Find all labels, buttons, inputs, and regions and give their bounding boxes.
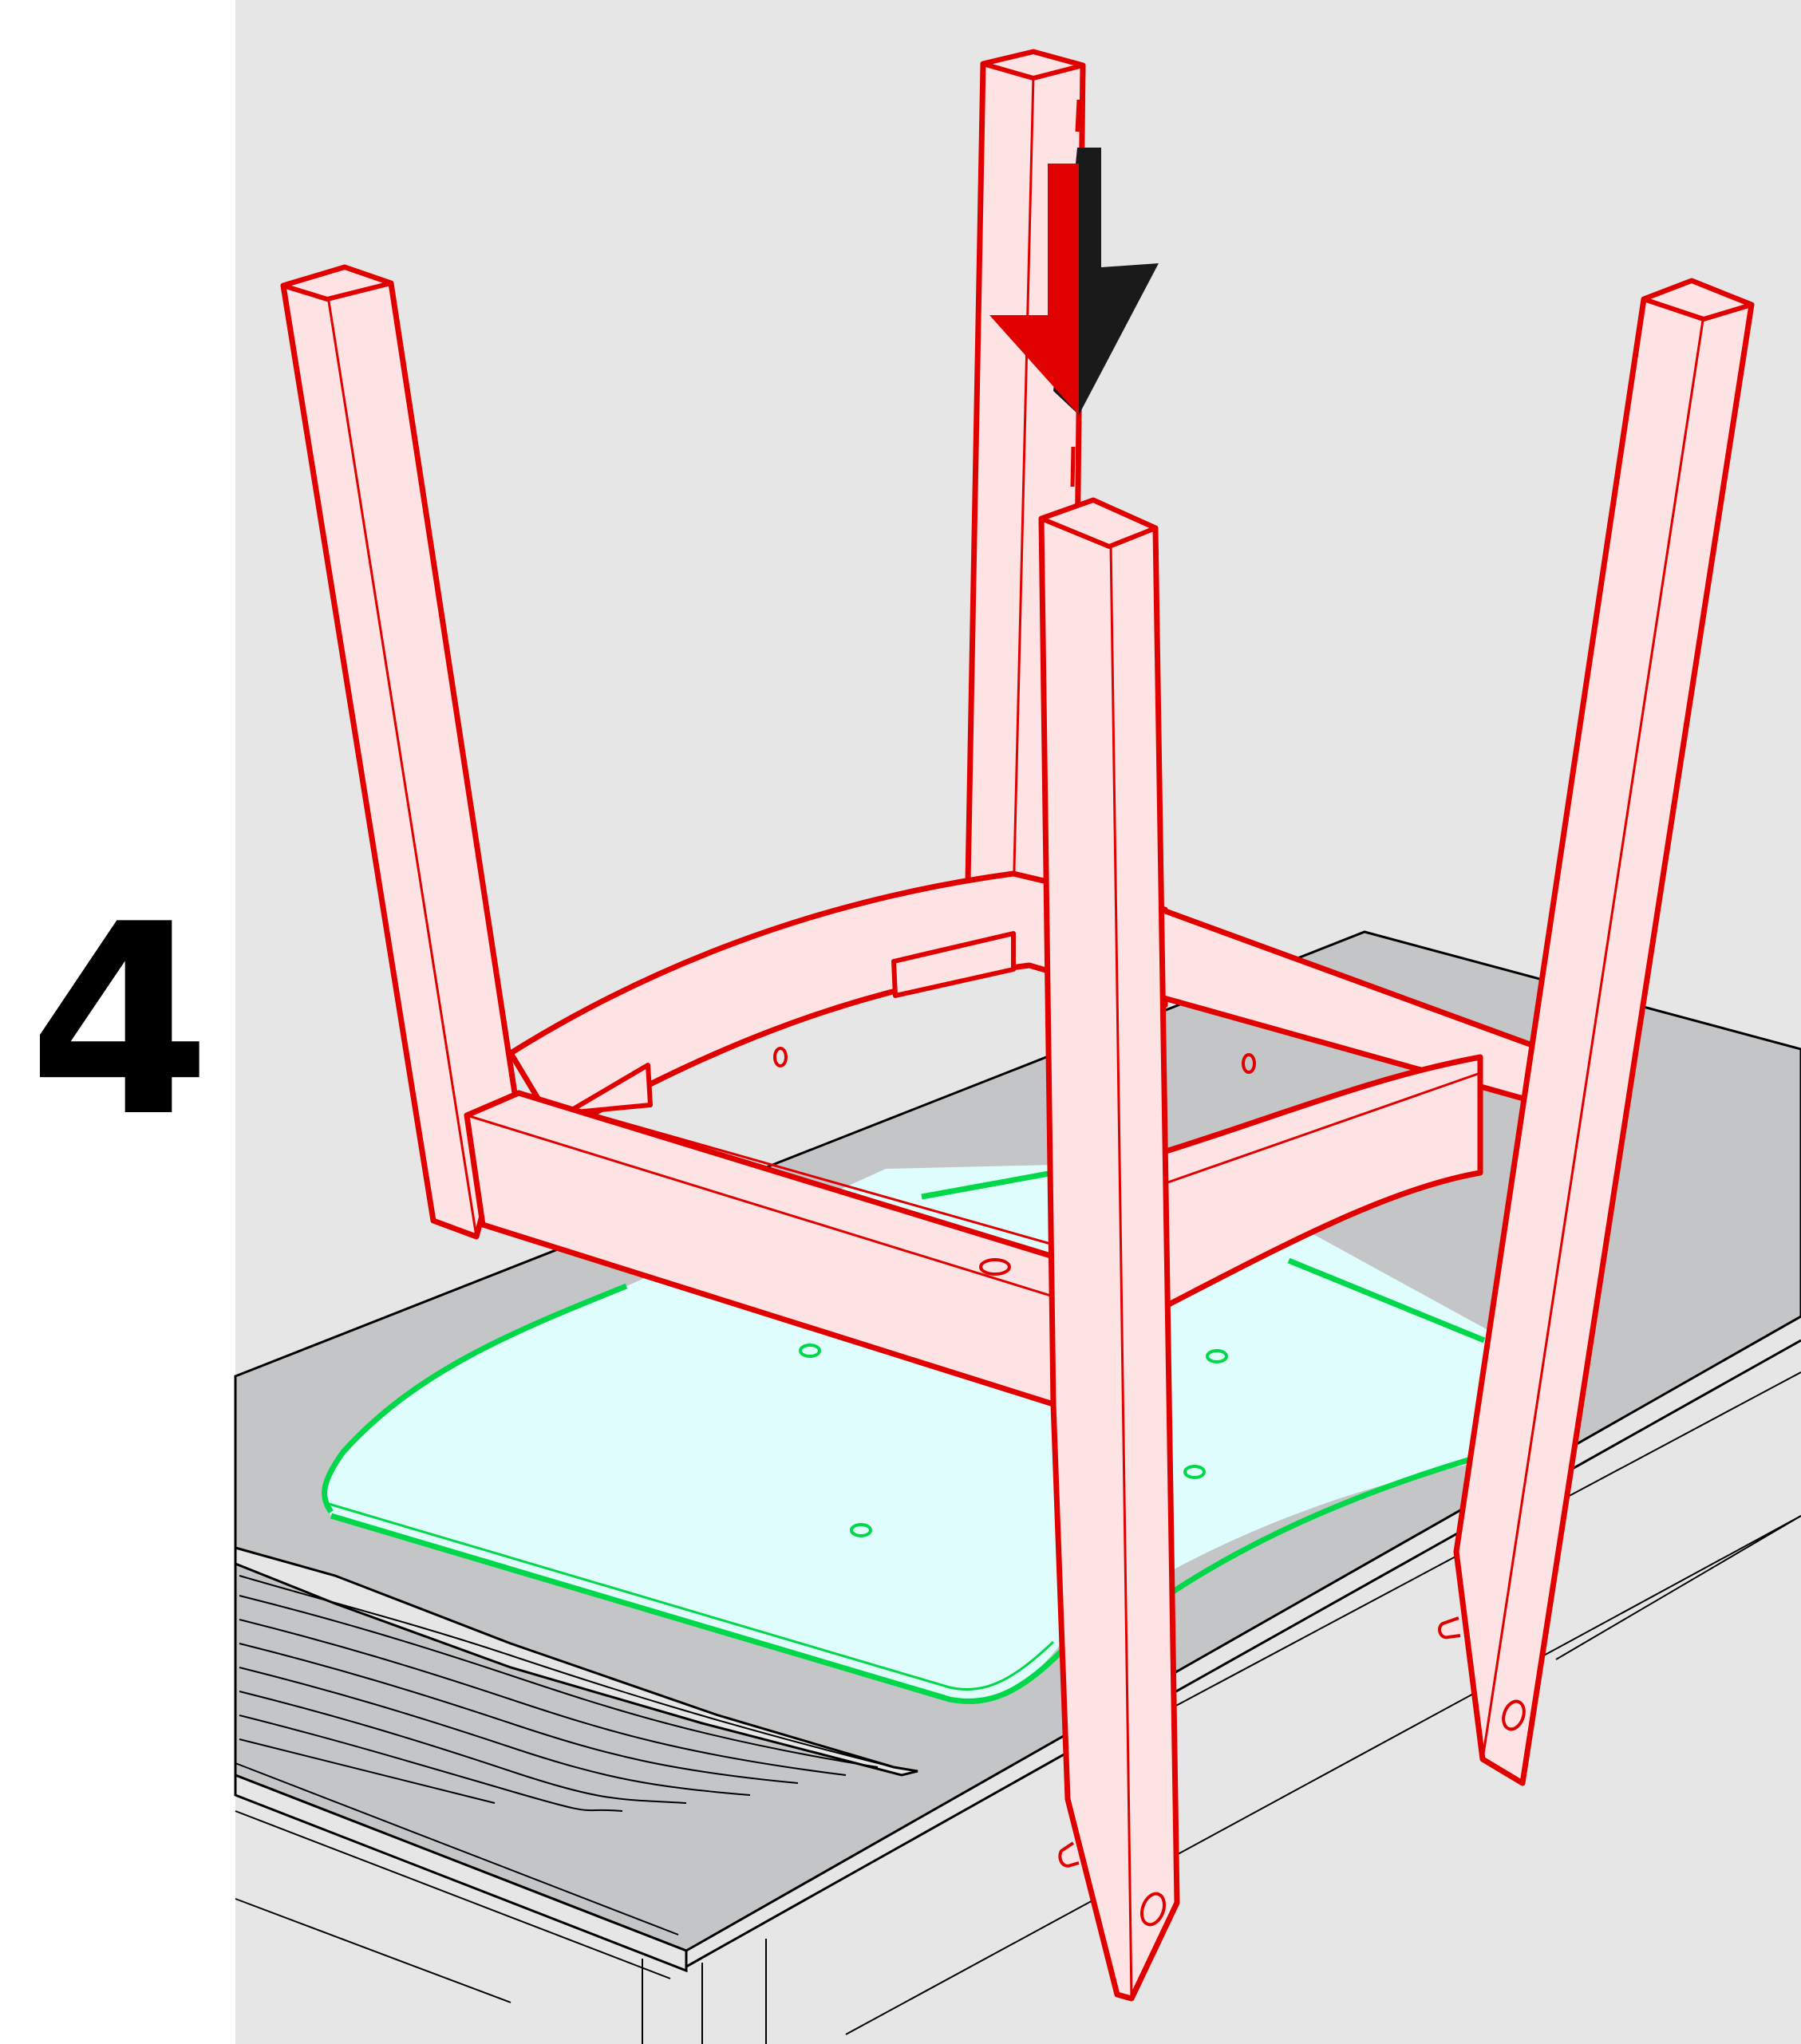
assembly-illustration — [234, 0, 1801, 2044]
instruction-page: 4 — [0, 0, 1801, 2044]
insert-guide-top — [1075, 99, 1081, 132]
insert-guide-mid — [1070, 446, 1076, 487]
